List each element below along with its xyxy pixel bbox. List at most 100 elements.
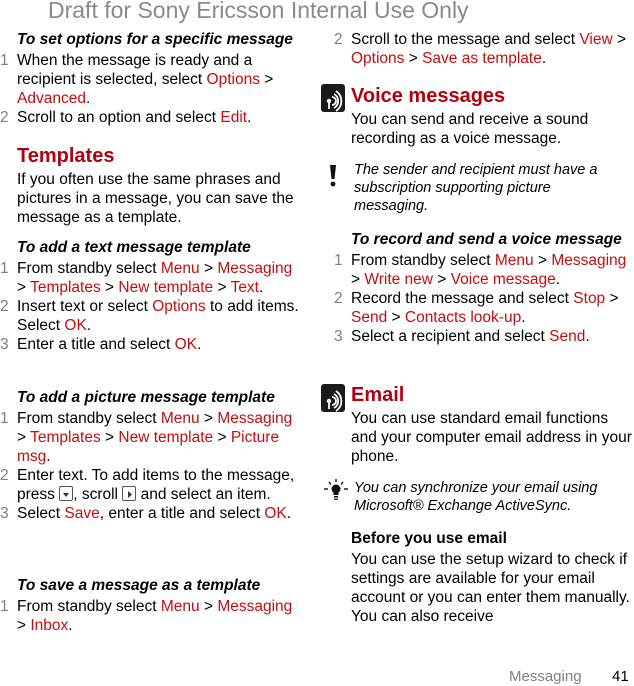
section-heading-email: Email bbox=[351, 384, 405, 406]
menu-path-item: Stop bbox=[573, 290, 606, 307]
step-number: 3 bbox=[334, 328, 343, 345]
section-heading-voice-messages: Voice messages bbox=[351, 85, 506, 107]
warning-icon bbox=[327, 163, 339, 193]
menu-path-item: Options bbox=[152, 298, 206, 315]
step-text: . bbox=[259, 279, 264, 296]
menu-path-item: View bbox=[579, 31, 613, 48]
email-intro: You can use standard email functions and… bbox=[351, 410, 632, 465]
step-number: 1 bbox=[0, 52, 9, 69]
step-text: . bbox=[197, 336, 202, 353]
step-text: . bbox=[555, 271, 561, 288]
text-template-steps: 1 From standby select Menu > Messaging > … bbox=[0, 259, 300, 354]
menu-path-item: Advanced bbox=[17, 90, 86, 107]
procedure-title: To record and send a voice message bbox=[351, 231, 622, 248]
step-text: > bbox=[199, 410, 218, 427]
select-key-icon bbox=[59, 486, 74, 501]
step-text: Select bbox=[17, 505, 65, 522]
step-number: 2 bbox=[334, 290, 343, 307]
step-text: > bbox=[605, 290, 619, 307]
activesync-tip: You can synchronize your email using Mic… bbox=[354, 480, 598, 514]
step-text: > bbox=[351, 271, 365, 288]
step-text: > bbox=[387, 309, 405, 326]
list-item: 3 Enter a title and select OK. bbox=[0, 335, 300, 354]
before-email-section: Before you use email You can use the set… bbox=[351, 529, 634, 626]
step-number: 2 bbox=[0, 109, 9, 126]
voice-steps: 1 From standby select Menu > Messaging > … bbox=[334, 251, 634, 346]
menu-path-item: Messaging bbox=[217, 260, 293, 277]
list-item: 1 When the message is ready and a recipie… bbox=[0, 51, 300, 108]
step-text: > bbox=[432, 271, 451, 288]
step-text: , scroll bbox=[73, 486, 123, 503]
menu-path-item: Options bbox=[351, 50, 405, 67]
menu-path-item: Contacts look-up bbox=[404, 309, 522, 326]
footer-section-name: Messaging bbox=[509, 668, 582, 685]
operator-service-icon bbox=[321, 84, 345, 112]
page-number: 41 bbox=[612, 668, 629, 685]
lightbulb-icon bbox=[322, 478, 350, 504]
step-text: > bbox=[100, 429, 119, 446]
step-text: > bbox=[100, 279, 119, 296]
step-text: From standby select bbox=[17, 410, 161, 427]
navigation-key-icon bbox=[122, 486, 137, 501]
menu-path-item: Save bbox=[64, 505, 100, 522]
menu-path-item: Messaging bbox=[217, 410, 293, 427]
step-text: . bbox=[541, 50, 547, 67]
menu-path-item: OK bbox=[64, 317, 87, 334]
list-item: 1 From standby select Menu > Messaging > … bbox=[0, 259, 300, 297]
menu-path-item: Inbox bbox=[30, 617, 69, 634]
step-text: > bbox=[199, 598, 218, 615]
list-item: 2 Record the message and select Stop > Se… bbox=[334, 289, 634, 327]
list-item: 2 Insert text or select Options to add it… bbox=[0, 297, 300, 335]
voice-messages-section: Voice messages You can send and receive … bbox=[351, 84, 634, 148]
step-number: 1 bbox=[0, 260, 9, 277]
step-text: . bbox=[286, 505, 292, 522]
subheading-before-email: Before you use email bbox=[351, 530, 507, 547]
procedure-title: To save a message as a template bbox=[17, 577, 261, 594]
step-text: Enter a title and select bbox=[17, 336, 175, 353]
step-text: > bbox=[533, 252, 552, 269]
operator-service-icon bbox=[321, 384, 345, 412]
list-item: 1 From standby select Menu > Messaging > … bbox=[0, 409, 300, 466]
step-text: . bbox=[585, 328, 590, 345]
menu-path-item: Messaging bbox=[551, 252, 627, 269]
templates-section: Templates If you often use the same phra… bbox=[17, 144, 309, 227]
step-text: Scroll to an option and select bbox=[17, 109, 221, 126]
set-options-section: To set options for a specific message bbox=[17, 30, 309, 49]
menu-path-item: Templates bbox=[30, 279, 101, 296]
menu-path-item: Send bbox=[351, 309, 388, 326]
menu-path-item: Menu bbox=[160, 598, 200, 615]
step-text: . bbox=[521, 309, 526, 326]
list-item: 2 Scroll to an option and select Edit. bbox=[0, 108, 300, 127]
list-item: 3 Select a recipient and select Send. bbox=[334, 327, 634, 346]
menu-path-item: Menu bbox=[160, 410, 200, 427]
step-text: . bbox=[68, 617, 73, 634]
step-number: 2 bbox=[0, 298, 9, 315]
list-item: 2 Scroll to the message and select View >… bbox=[334, 30, 634, 68]
section-heading-templates: Templates bbox=[17, 145, 115, 167]
menu-path-item: OK bbox=[174, 336, 198, 353]
menu-path-item: Templates bbox=[30, 429, 101, 446]
voice-intro: You can send and receive a sound recordi… bbox=[351, 111, 589, 147]
templates-intro: If you often use the same phrases and pi… bbox=[17, 171, 294, 226]
menu-path-item: New template bbox=[118, 279, 214, 296]
step-text: From standby select bbox=[351, 252, 495, 269]
menu-path-item: Send bbox=[549, 328, 586, 345]
menu-path-item: Menu bbox=[160, 260, 200, 277]
list-item: 1 From standby select Menu > Messaging > … bbox=[334, 251, 634, 289]
step-text: Record the message and select bbox=[351, 290, 574, 307]
list-item: 2 Enter text. To add items to the message… bbox=[0, 466, 300, 504]
step-text: Scroll to the message and select bbox=[351, 31, 580, 48]
procedure-title: To set options for a specific message bbox=[17, 31, 293, 48]
step-number: 3 bbox=[0, 336, 9, 353]
step-text: . bbox=[247, 109, 252, 126]
menu-path-item: OK bbox=[264, 505, 287, 522]
step-text: > bbox=[17, 429, 31, 446]
draft-watermark: Draft for Sony Ericsson Internal Use Onl… bbox=[48, 0, 469, 23]
save-template-steps: 1 From standby select Menu > Messaging > … bbox=[0, 597, 300, 635]
menu-path-item: Save as template bbox=[422, 50, 542, 67]
step-text: , enter a title and select bbox=[99, 505, 265, 522]
step-number: 2 bbox=[334, 31, 343, 48]
menu-path-item: Edit bbox=[220, 109, 248, 126]
step-number: 1 bbox=[334, 252, 343, 269]
subscription-note: The sender and recipient must have a sub… bbox=[354, 162, 598, 214]
